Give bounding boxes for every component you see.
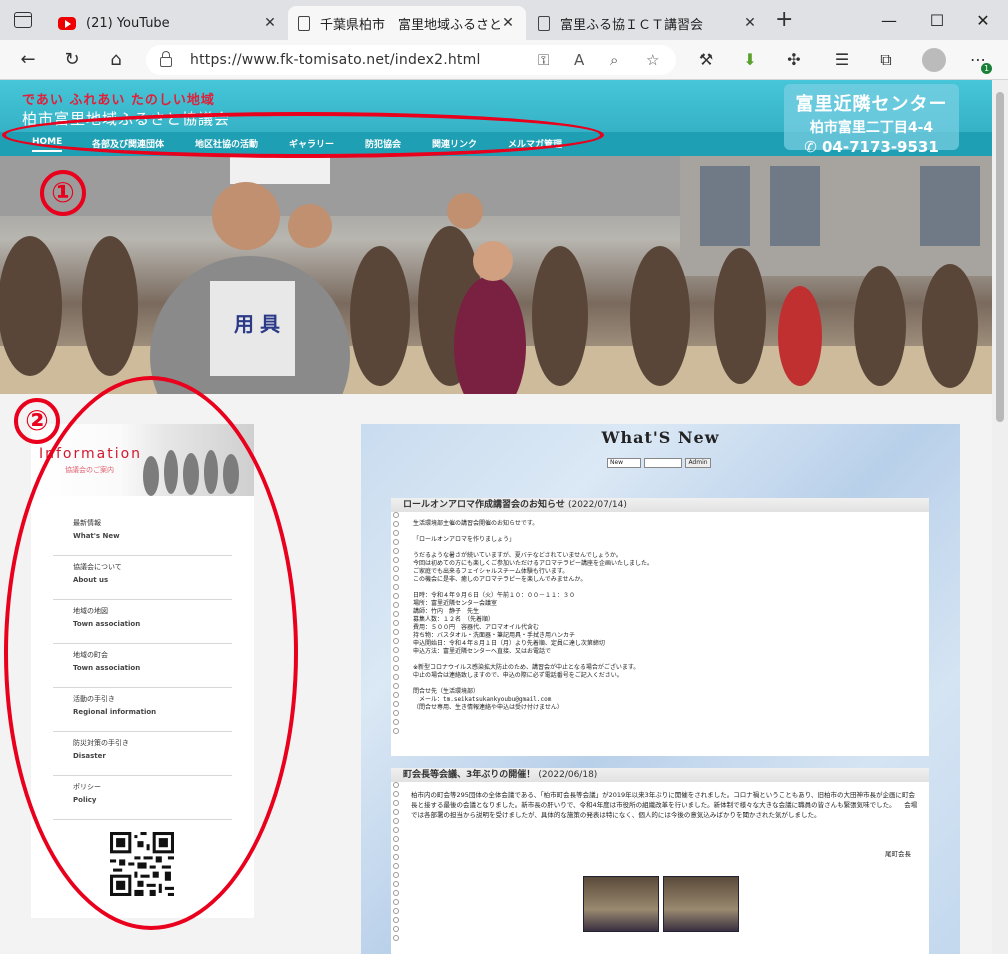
tab-title: 千葉県柏市 富里地域ふるさと協議会 — [320, 17, 500, 33]
minimize-button[interactable]: — — [876, 8, 902, 34]
whats-new-form: New Admin — [607, 458, 711, 469]
zoom-icon[interactable]: ⌕ — [610, 51, 618, 69]
post-title: ロールオンアロマ作成講習会のお知らせ — [403, 500, 565, 510]
post-title: 町会長等会議、3年ぶりの開催！ — [403, 770, 536, 780]
tab-title: (21) YouTube — [86, 15, 170, 31]
lock-icon[interactable] — [160, 51, 172, 67]
new-tab-button[interactable]: + — [775, 8, 793, 32]
address-toolbar: ← ↻ ⌂ https://www.fk-tomisato.net/index2… — [0, 40, 1008, 80]
tab-ict-course[interactable]: 富里ふる協ＩＣＴ講習会 ✕ — [528, 6, 768, 40]
download-icon[interactable]: ⬇ — [738, 48, 762, 72]
admin-password-input[interactable] — [644, 458, 682, 468]
annotation-number-1: ① — [40, 170, 86, 216]
puzzle-icon[interactable]: ✣ — [782, 48, 806, 72]
refresh-button[interactable]: ↻ — [58, 46, 86, 74]
scrollbar-thumb[interactable] — [996, 92, 1004, 422]
post-body: 生活環境部主催の講習会開催のお知らせです。 「ロールオンアロマを作りましょう」 … — [413, 520, 654, 711]
tab-fk-tomisato[interactable]: 千葉県柏市 富里地域ふるさと協議会 ✕ — [288, 6, 526, 40]
tab-actions-icon[interactable] — [14, 12, 32, 28]
meeting-photo-2[interactable] — [663, 876, 739, 932]
page-icon — [538, 15, 550, 31]
whats-new-title: What'S New — [601, 428, 720, 447]
post-heading: ロールオンアロマ作成講習会のお知らせ (2022/07/14) — [391, 498, 929, 512]
center-address: 柏市富里二丁目4-4 — [809, 120, 934, 136]
tab-youtube[interactable]: (21) YouTube ✕ — [48, 6, 288, 40]
browser-tab-bar: (21) YouTube ✕ 千葉県柏市 富里地域ふるさと協議会 ✕ 富里ふる協… — [0, 0, 1008, 40]
page-scrollbar[interactable] — [992, 80, 1008, 954]
annotation-number-2: ② — [14, 398, 60, 444]
whats-new-panel: What'S New New Admin ロールオンアロマ作成講習会のお知らせ … — [361, 424, 960, 954]
extension-icon[interactable]: ⚒ — [694, 48, 718, 72]
center-phone: ✆ 04-7173-9531 — [804, 138, 939, 156]
collections-icon[interactable]: ⧉ — [874, 48, 898, 72]
tab-title: 富里ふる協ＩＣＴ講習会 — [560, 17, 704, 33]
hero-bib-text: 用具 — [234, 312, 286, 336]
post-body: 柏市内の町会等295団体の全体会議である、「柏市町会長等会議」が2019年以来3… — [411, 791, 918, 819]
post-date: (2022/06/18) — [538, 770, 598, 780]
settings-menu-icon[interactable]: ⋯ 1 — [966, 48, 992, 74]
page-icon — [298, 15, 310, 31]
annotation-oval-nav — [2, 112, 604, 158]
read-aloud-icon[interactable]: A — [574, 51, 584, 69]
post-date: (2022/07/14) — [567, 500, 627, 510]
meeting-photo-1[interactable] — [583, 876, 659, 932]
hero-illustration — [0, 156, 992, 394]
youtube-icon — [58, 16, 76, 30]
annotation-oval-sidebar — [4, 376, 298, 930]
key-icon[interactable]: ⚿ — [538, 51, 549, 69]
category-select[interactable]: New — [607, 458, 641, 468]
post-town-meeting: 町会長等会議、3年ぶりの開催！ (2022/06/18) 柏市内の町会等295団… — [391, 768, 929, 954]
binder-rings — [391, 512, 401, 737]
center-info-box: 富里近隣センター 柏市富里二丁目4-4 ✆ 04-7173-9531 — [784, 84, 959, 156]
close-icon[interactable]: ✕ — [742, 15, 758, 31]
hero-photo: 用具 — [0, 156, 992, 394]
center-name: 富里近隣センター — [795, 94, 948, 115]
close-icon[interactable]: ✕ — [500, 15, 516, 31]
site-slogan: であい ふれあい たのしい地域 — [22, 93, 215, 108]
home-button[interactable]: ⌂ — [102, 46, 130, 74]
address-bar[interactable]: https://www.fk-tomisato.net/index2.html … — [146, 45, 676, 75]
post-signature: 尾町会長 — [885, 850, 911, 858]
url-text: https://www.fk-tomisato.net/index2.html — [190, 52, 481, 68]
admin-button[interactable]: Admin — [685, 458, 711, 468]
window-close-button[interactable]: ✕ — [970, 8, 996, 34]
profile-avatar[interactable] — [922, 48, 946, 72]
favorites-icon[interactable]: ☰ — [830, 48, 854, 72]
maximize-button[interactable]: ☐ — [924, 8, 950, 34]
post-aroma: ロールオンアロマ作成講習会のお知らせ (2022/07/14) 生活環境部主催の… — [391, 498, 929, 756]
notification-badge: 1 — [981, 63, 992, 74]
close-icon[interactable]: ✕ — [262, 15, 278, 31]
back-button[interactable]: ← — [14, 46, 42, 74]
favorite-add-icon[interactable]: ☆ — [646, 51, 659, 69]
binder-rings — [391, 782, 401, 944]
post-heading: 町会長等会議、3年ぶりの開催！ (2022/06/18) — [391, 768, 929, 782]
